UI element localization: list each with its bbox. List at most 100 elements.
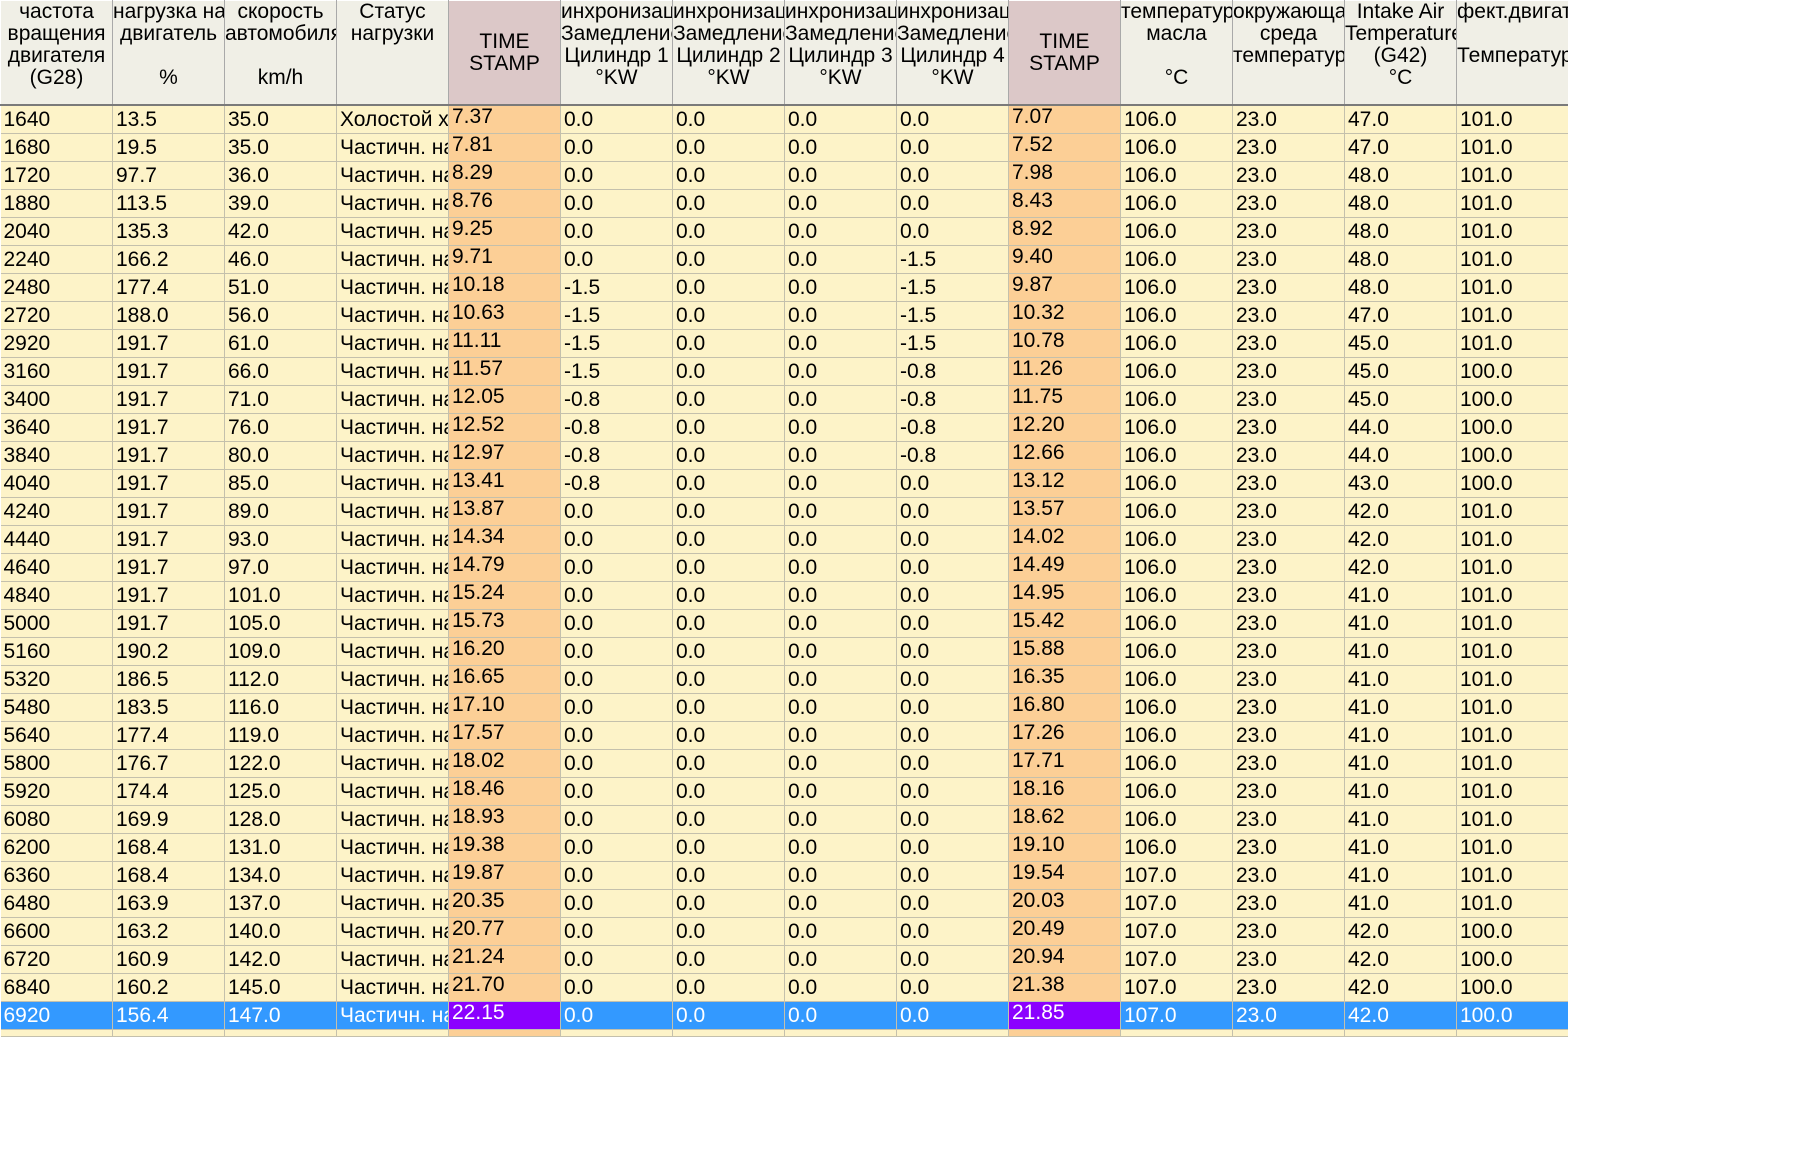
table-cell[interactable]: 101.0	[1456, 217, 1568, 246]
table-cell[interactable]: 6080	[0, 805, 113, 834]
table-cell[interactable]: 101.0	[224, 581, 337, 610]
table-cell[interactable]: 176.7	[112, 749, 225, 778]
table-cell[interactable]: 183.5	[112, 693, 225, 722]
timestamp-cell[interactable]: 14.95	[1008, 581, 1121, 610]
table-cell[interactable]: Частичн. на	[336, 217, 449, 246]
timestamp-cell[interactable]: 21.85	[1008, 1001, 1121, 1030]
table-row-partial[interactable]	[0, 1029, 1568, 1037]
table-cell[interactable]: Частичн. на	[336, 161, 449, 190]
timestamp-cell[interactable]: 9.40	[1008, 245, 1121, 274]
table-cell[interactable]: 0.0	[896, 609, 1009, 638]
table-cell[interactable]: 48.0	[1344, 273, 1457, 302]
table-cell[interactable]: 41.0	[1344, 777, 1457, 806]
column-header[interactable]: температурамасла °C	[1120, 0, 1233, 106]
table-cell[interactable]: 106.0	[1120, 497, 1233, 526]
table-cell[interactable]: Частичн. на	[336, 833, 449, 862]
timestamp-cell[interactable]	[448, 1029, 561, 1037]
timestamp-cell[interactable]: 20.49	[1008, 917, 1121, 946]
table-cell[interactable]: Частичн. на	[336, 133, 449, 162]
table-cell[interactable]: 147.0	[224, 1001, 337, 1030]
table-cell[interactable]: 23.0	[1232, 441, 1345, 470]
table-cell[interactable]: 106.0	[1120, 329, 1233, 358]
table-cell[interactable]: 13.5	[112, 105, 225, 134]
table-cell[interactable]: 0.0	[560, 189, 673, 218]
table-cell[interactable]: 106.0	[1120, 469, 1233, 498]
table-cell[interactable]: 39.0	[224, 189, 337, 218]
table-cell[interactable]: Частичн. на	[336, 637, 449, 666]
table-cell[interactable]: 0.0	[560, 217, 673, 246]
column-header[interactable]: инхронизациЗамедлениеЦилиндр 1°KW	[560, 0, 673, 106]
timestamp-cell[interactable]: 13.87	[448, 497, 561, 526]
table-cell[interactable]: 0.0	[896, 917, 1009, 946]
table-cell[interactable]: Частичн. на	[336, 945, 449, 974]
table-cell[interactable]: 0.0	[560, 609, 673, 638]
table-cell[interactable]	[1120, 1029, 1233, 1037]
table-cell[interactable]: 42.0	[1344, 917, 1457, 946]
table-cell[interactable]: 0.0	[784, 329, 897, 358]
table-cell[interactable]: 0.0	[896, 777, 1009, 806]
table-cell[interactable]: 42.0	[1344, 525, 1457, 554]
table-cell[interactable]: 128.0	[224, 805, 337, 834]
table-cell[interactable]: 106.0	[1120, 777, 1233, 806]
timestamp-cell[interactable]: 19.54	[1008, 861, 1121, 890]
table-cell[interactable]: 41.0	[1344, 581, 1457, 610]
table-cell[interactable]: 0.0	[560, 665, 673, 694]
timestamp-cell[interactable]: 7.37	[448, 105, 561, 134]
timestamp-cell[interactable]: 18.02	[448, 749, 561, 778]
table-row[interactable]: 5920 174.4 125.0 Частичн. на 18.46 0.0 0.0 0.0 0…	[0, 777, 1568, 806]
table-cell[interactable]: 2040	[0, 217, 113, 246]
table-cell[interactable]: 106.0	[1120, 357, 1233, 386]
table-cell[interactable]: 42.0	[1344, 553, 1457, 582]
table-cell[interactable]: 0.0	[672, 721, 785, 750]
table-cell[interactable]: 0.0	[672, 385, 785, 414]
table-cell[interactable]: 2720	[0, 301, 113, 330]
timestamp-cell[interactable]: 14.49	[1008, 553, 1121, 582]
table-row[interactable]: 6480 163.9 137.0 Частичн. на 20.35 0.0 0.0 0.0 0…	[0, 889, 1568, 918]
table-cell[interactable]: 106.0	[1120, 693, 1233, 722]
table-cell[interactable]: 101.0	[1456, 525, 1568, 554]
timestamp-cell[interactable]: 8.92	[1008, 217, 1121, 246]
table-cell[interactable]: 23.0	[1232, 301, 1345, 330]
table-cell[interactable]: 101.0	[1456, 273, 1568, 302]
table-cell[interactable]: 0.0	[672, 581, 785, 610]
table-cell[interactable]: 191.7	[112, 413, 225, 442]
table-cell[interactable]: 23.0	[1232, 385, 1345, 414]
column-header-timestamp[interactable]: TIME STAMP	[448, 0, 561, 106]
timestamp-cell[interactable]: 10.18	[448, 273, 561, 302]
table-cell[interactable]: 101.0	[1456, 301, 1568, 330]
table-row[interactable]: 2240 166.2 46.0 Частичн. на 9.71 0.0 0.0 0.0 -1.…	[0, 245, 1568, 274]
table-row[interactable]: 2040 135.3 42.0 Частичн. на 9.25 0.0 0.0 0.0 0.0…	[0, 217, 1568, 246]
table-row[interactable]: 5640 177.4 119.0 Частичн. на 17.57 0.0 0.0 0.0 0…	[0, 721, 1568, 750]
table-cell[interactable]: 4440	[0, 525, 113, 554]
table-cell[interactable]: 23.0	[1232, 973, 1345, 1002]
table-cell[interactable]: 100.0	[1456, 917, 1568, 946]
table-cell[interactable]	[1456, 1029, 1568, 1037]
table-cell[interactable]: 4640	[0, 553, 113, 582]
table-cell[interactable]: 0.0	[784, 441, 897, 470]
table-cell[interactable]: 166.2	[112, 245, 225, 274]
table-cell[interactable]: 0.0	[672, 329, 785, 358]
timestamp-cell[interactable]: 20.03	[1008, 889, 1121, 918]
table-cell[interactable]: 0.0	[784, 721, 897, 750]
timestamp-cell[interactable]: 7.81	[448, 133, 561, 162]
table-cell[interactable]: 191.7	[112, 385, 225, 414]
table-cell[interactable]: 0.0	[672, 245, 785, 274]
column-header[interactable]: инхронизациЗамедлениеЦилиндр 2°KW	[672, 0, 785, 106]
table-cell[interactable]: 190.2	[112, 637, 225, 666]
table-cell[interactable]: 0.0	[560, 133, 673, 162]
table-cell[interactable]: 6720	[0, 945, 113, 974]
table-cell[interactable]: 191.7	[112, 357, 225, 386]
timestamp-cell[interactable]: 8.76	[448, 189, 561, 218]
table-cell[interactable]: 0.0	[672, 861, 785, 890]
table-cell[interactable]: 106.0	[1120, 637, 1233, 666]
table-cell[interactable]: Частичн. на	[336, 469, 449, 498]
table-cell[interactable]: 100.0	[1456, 945, 1568, 974]
timestamp-cell[interactable]: 22.15	[448, 1001, 561, 1030]
table-cell[interactable]: Частичн. на	[336, 357, 449, 386]
table-cell[interactable]: 106.0	[1120, 133, 1233, 162]
table-row[interactable]: 3160 191.7 66.0 Частичн. на 11.57 -1.5 0.0 0.0-…	[0, 357, 1568, 386]
table-cell[interactable]: -1.5	[560, 329, 673, 358]
table-cell[interactable]: 42.0	[224, 217, 337, 246]
table-cell[interactable]: 3840	[0, 441, 113, 470]
timestamp-cell[interactable]: 16.80	[1008, 693, 1121, 722]
